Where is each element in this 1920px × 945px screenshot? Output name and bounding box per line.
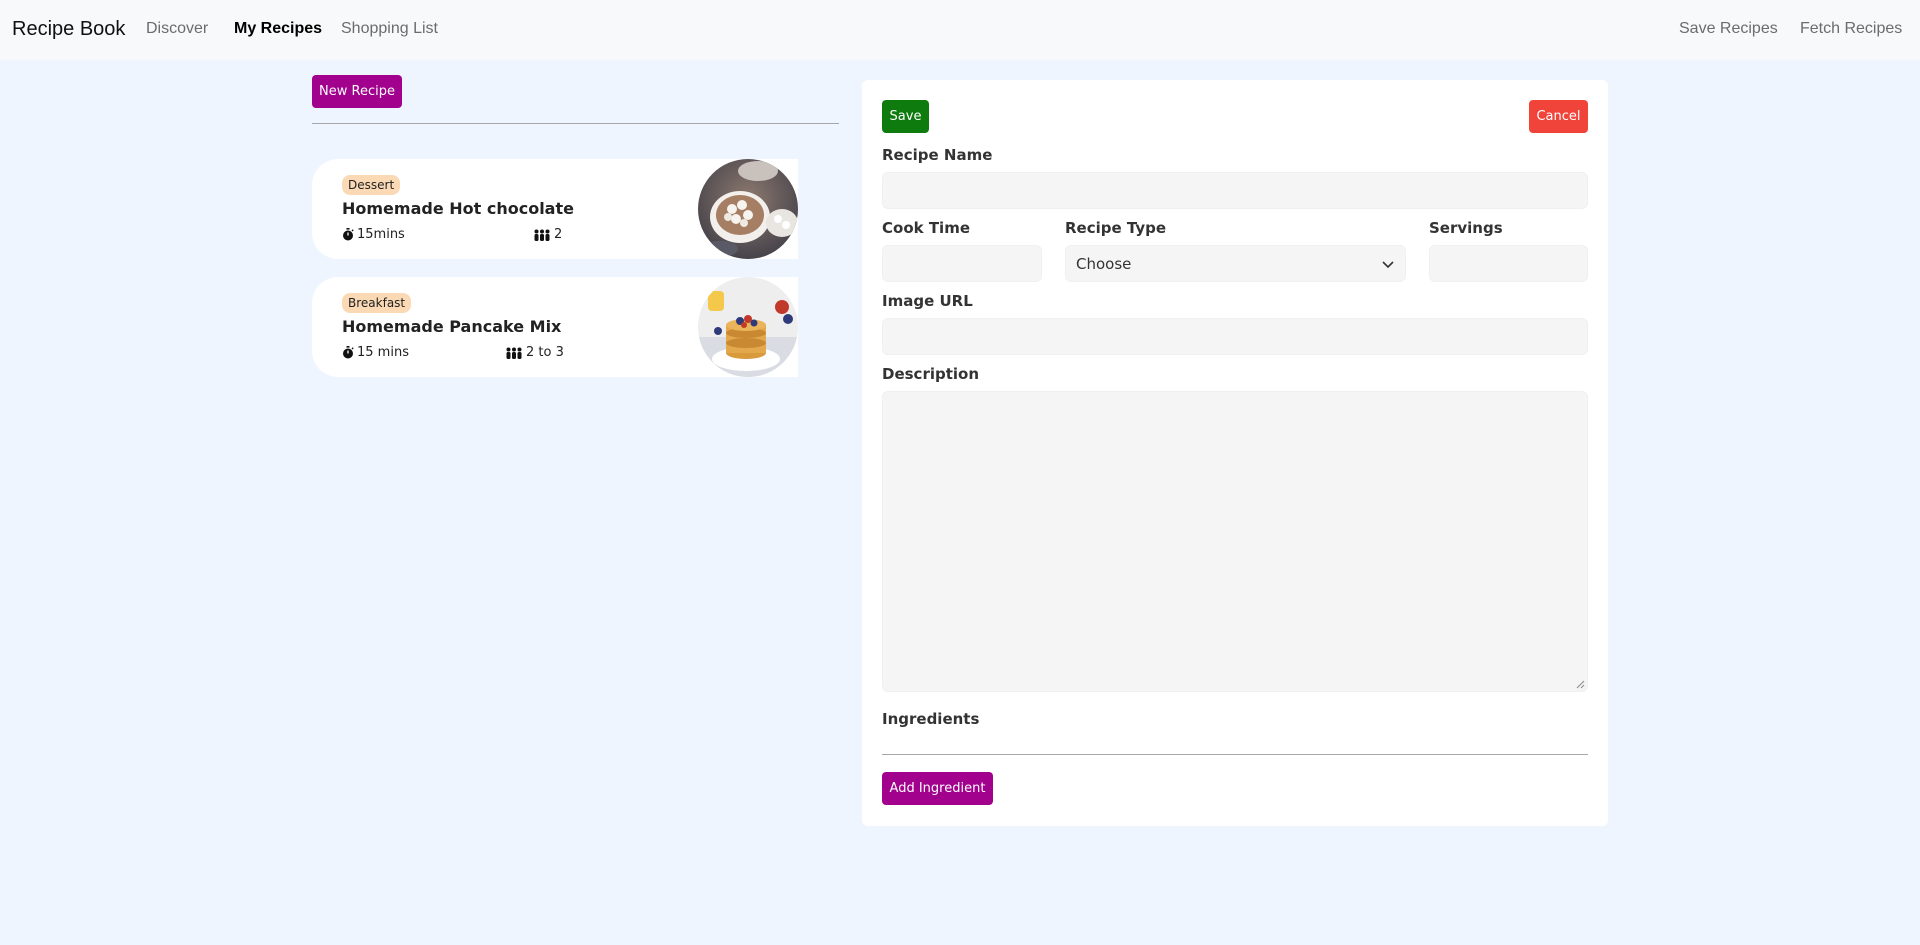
nav-discover[interactable]: Discover (146, 20, 208, 38)
recipe-name-input[interactable] (882, 172, 1588, 209)
divider (882, 754, 1588, 755)
description-textarea[interactable] (882, 391, 1588, 692)
save-button[interactable]: Save (882, 100, 929, 133)
servings: 2 (533, 227, 562, 242)
save-recipes-link[interactable]: Save Recipes (1679, 20, 1778, 38)
image-url-input[interactable] (882, 318, 1588, 355)
recipe-title: Homemade Hot chocolate (342, 199, 574, 218)
recipe-form-panel: Save Cancel Recipe Name Cook Time Recipe… (862, 80, 1608, 826)
recipe-type-selected: Choose (1076, 254, 1132, 273)
description-label: Description (882, 365, 980, 383)
fetch-recipes-link[interactable]: Fetch Recipes (1800, 20, 1902, 38)
cook-time-value: 15 mins (357, 345, 409, 360)
recipe-card[interactable]: Breakfast Homemade Pancake Mix 15 mins 2… (312, 277, 798, 377)
brand-link[interactable]: Recipe Book (12, 18, 125, 41)
cook-time: 15mins (342, 227, 405, 242)
add-ingredient-button[interactable]: Add Ingredient (882, 772, 993, 805)
nav-my-recipes[interactable]: My Recipes (234, 20, 322, 38)
resize-grip-icon[interactable] (1576, 680, 1585, 689)
cancel-button[interactable]: Cancel (1529, 100, 1588, 133)
servings-label: Servings (1429, 219, 1503, 237)
recipe-image (698, 159, 798, 259)
recipe-type-label: Recipe Type (1065, 219, 1167, 237)
stopwatch-icon (343, 228, 354, 241)
recipe-type-select[interactable]: Choose (1065, 245, 1406, 282)
servings: 2 to 3 (505, 345, 564, 360)
recipe-card[interactable]: Dessert Homemade Hot chocolate 15mins 2 (312, 159, 798, 259)
people-icon (534, 229, 550, 241)
image-url-label: Image URL (882, 292, 973, 310)
servings-input[interactable] (1429, 245, 1588, 282)
divider (312, 123, 839, 124)
recipe-image (698, 277, 798, 377)
pancake-stack-photo (698, 277, 798, 377)
cook-time-label: Cook Time (882, 219, 970, 237)
chevron-down-icon (1382, 260, 1394, 268)
servings-value: 2 (554, 227, 563, 242)
servings-value: 2 to 3 (526, 345, 564, 360)
cook-time: 15 mins (342, 345, 409, 360)
top-navbar: Recipe Book Discover My Recipes Shopping… (0, 0, 1920, 60)
hot-chocolate-photo (698, 159, 798, 259)
cook-time-input[interactable] (882, 245, 1042, 282)
new-recipe-button[interactable]: New Recipe (312, 75, 402, 108)
stopwatch-icon (343, 346, 354, 359)
people-icon (506, 347, 522, 359)
ingredients-label: Ingredients (882, 710, 980, 728)
nav-shopping-list[interactable]: Shopping List (341, 20, 438, 38)
recipe-title: Homemade Pancake Mix (342, 317, 562, 336)
category-badge: Dessert (342, 175, 401, 195)
category-badge: Breakfast (342, 293, 412, 313)
cook-time-value: 15mins (357, 227, 405, 242)
recipe-name-label: Recipe Name (882, 146, 993, 164)
